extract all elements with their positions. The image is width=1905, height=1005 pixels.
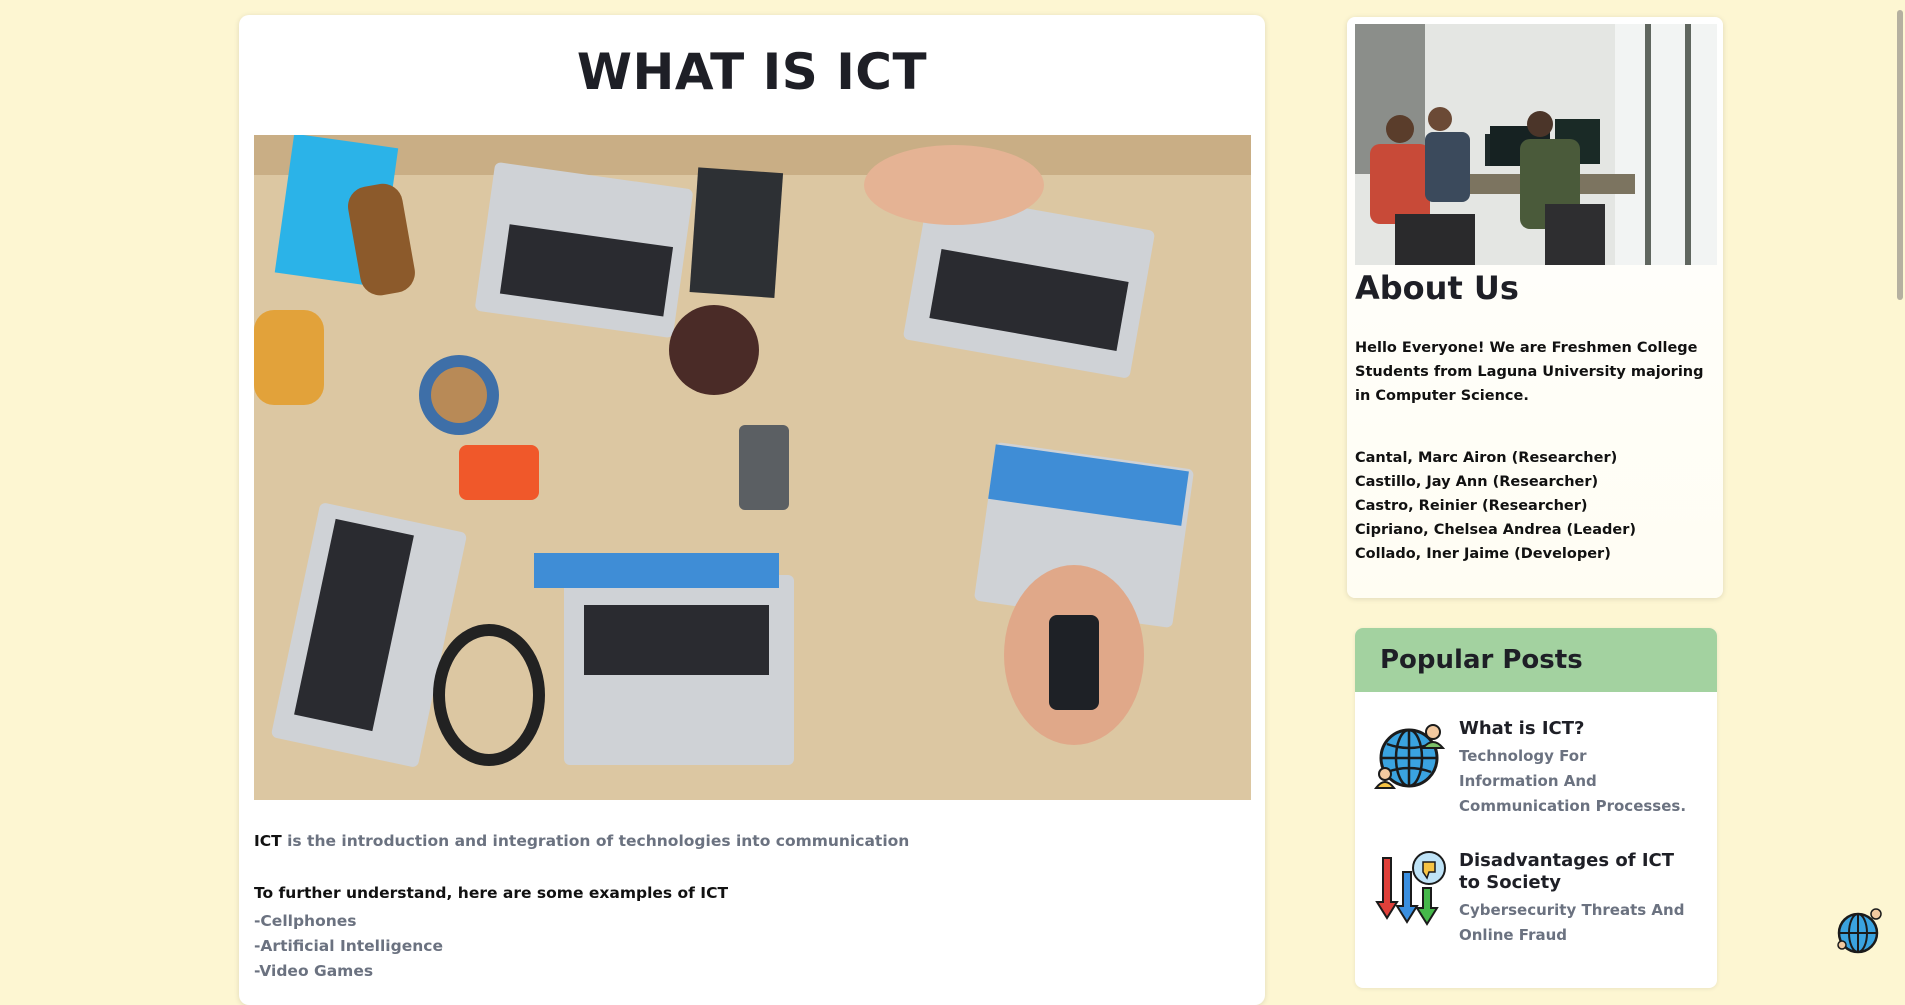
team-photo: [1355, 24, 1717, 265]
globe-people-icon: [1373, 718, 1449, 794]
about-description: Hello Everyone! We are Freshmen College …: [1355, 340, 1704, 404]
intro-definition: is the introduction and integration of t…: [281, 832, 910, 850]
team-members-list: Cantal, Marc Airon (Researcher) Castillo…: [1355, 446, 1636, 566]
popular-post-item[interactable]: Disadvantages of ICT to Society Cybersec…: [1373, 850, 1689, 948]
team-member: Cipriano, Chelsea Andrea (Leader): [1355, 522, 1637, 538]
team-member: Collado, Iner Jaime (Developer): [1355, 546, 1611, 562]
post-title[interactable]: Disadvantages of ICT to Society: [1459, 850, 1689, 894]
page-title: WHAT IS ICT: [576, 43, 928, 101]
post-subtitle: Technology For Information And Communica…: [1459, 747, 1687, 815]
hero-image-workspace-laptops: [254, 135, 1251, 800]
page-scrollbar[interactable]: [1893, 0, 1905, 968]
team-member: Castro, Reinier (Researcher): [1355, 498, 1588, 514]
popular-posts-card: Popular Posts What is ICT? Technology Fo…: [1355, 628, 1717, 988]
intro-text: ICT is the introduction and integration …: [254, 832, 909, 850]
list-item: -Cellphones: [254, 912, 357, 930]
list-item: -Video Games: [254, 962, 374, 980]
intro-term: ICT: [254, 832, 282, 850]
popular-post-item[interactable]: What is ICT? Technology For Information …: [1373, 718, 1689, 819]
scrollbar-thumb[interactable]: [1897, 10, 1903, 300]
globe-chat-icon[interactable]: [1834, 905, 1886, 957]
list-item: -Artificial Intelligence: [254, 937, 443, 955]
about-title: About Us: [1355, 269, 1519, 307]
post-subtitle: Cybersecurity Threats And Online Fraud: [1459, 901, 1685, 944]
team-member: Castillo, Jay Ann (Researcher): [1355, 474, 1599, 490]
popular-posts-title: Popular Posts: [1355, 628, 1717, 692]
examples-list: -Cellphones -Artificial Intelligence -Vi…: [254, 909, 443, 984]
article-card: WHAT IS ICT ICT is the introduction and …: [239, 15, 1265, 1005]
post-title[interactable]: What is ICT?: [1459, 718, 1689, 740]
arrows-thumbsdown-icon: [1373, 850, 1449, 926]
team-member: Cantal, Marc Airon (Researcher): [1355, 450, 1618, 466]
examples-heading: To further understand, here are some exa…: [254, 884, 729, 902]
about-card: About Us Hello Everyone! We are Freshmen…: [1347, 17, 1723, 598]
